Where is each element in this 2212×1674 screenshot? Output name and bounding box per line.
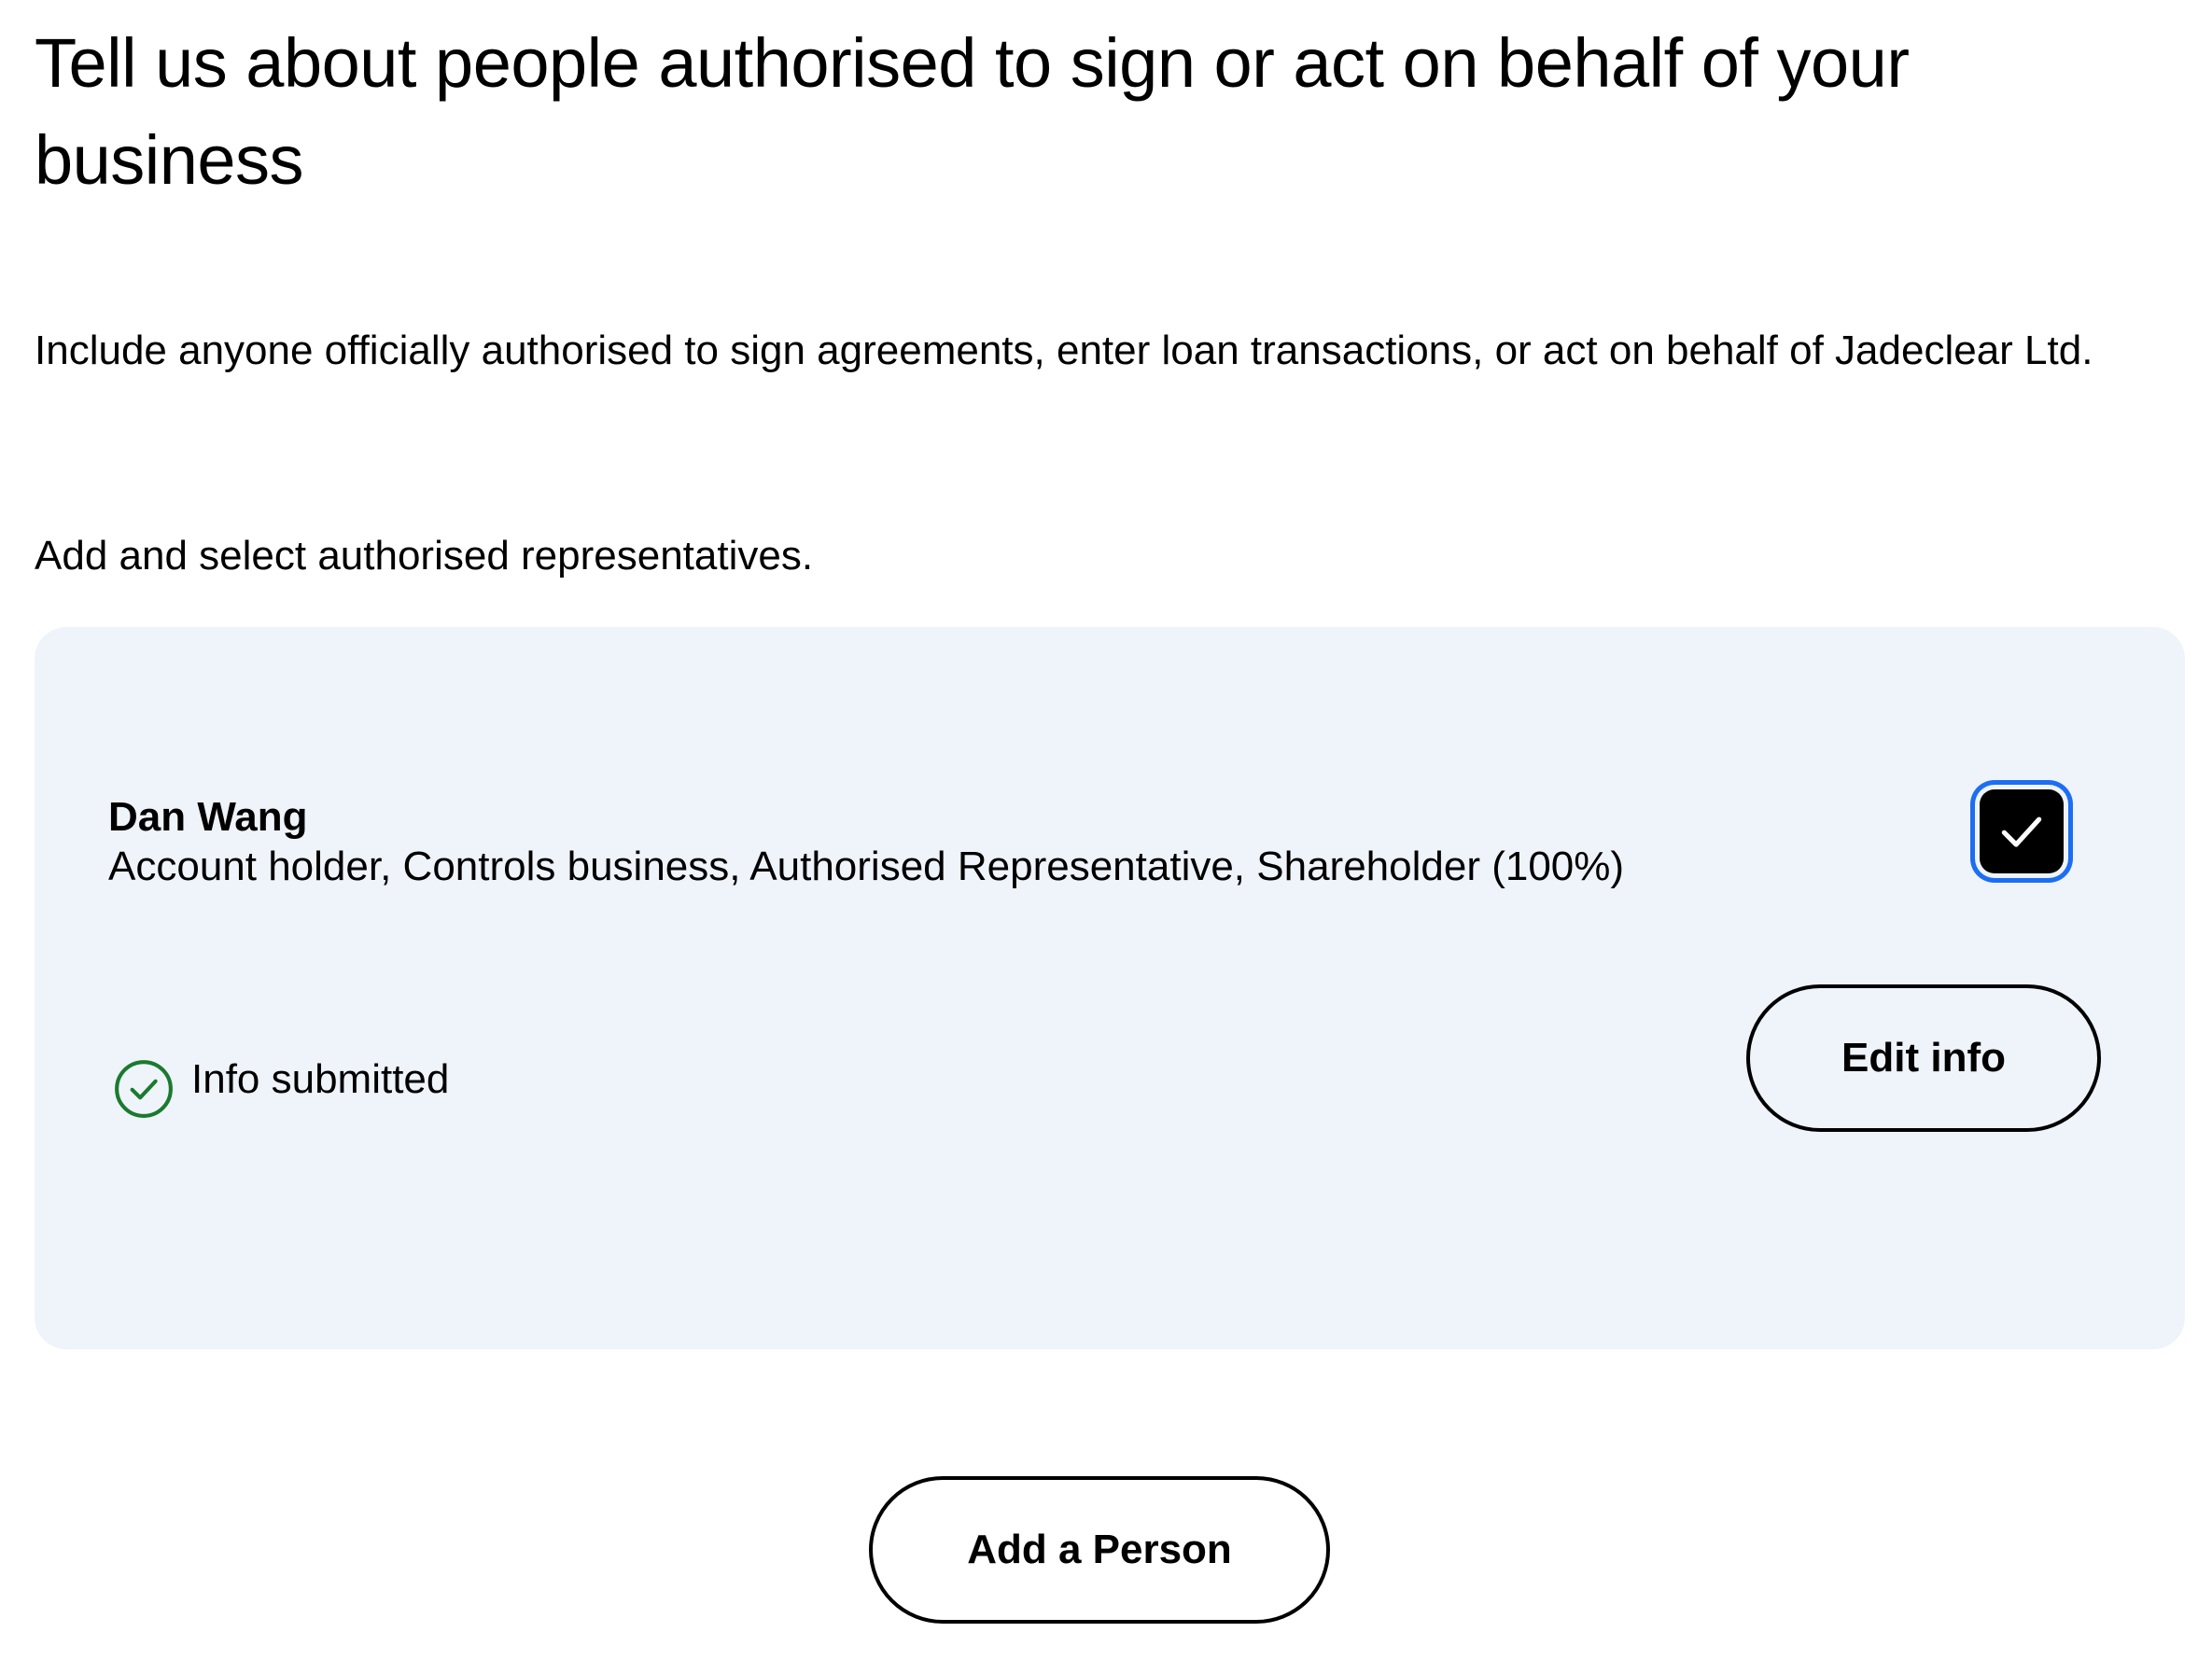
check-icon [2001,816,2042,847]
status-text: Info submitted [191,1056,450,1102]
intro-text: Include anyone officially authorised to … [35,328,2093,373]
page-title: Tell us about people authorised to sign … [35,24,1910,199]
status-info-submitted: Info submitted [113,1056,449,1120]
check-circle-icon [115,1060,173,1118]
page-content: Tell us about people authorised to sign … [35,0,2191,1624]
select-person-checkbox[interactable] [1980,789,2064,873]
person-roles: Account holder, Controls business, Autho… [108,844,1625,889]
edit-info-button[interactable]: Edit info [1746,984,2101,1132]
person-card: Dan Wang Account holder, Controls busine… [35,627,2185,1349]
person-name: Dan Wang [108,794,308,840]
instruction-text: Add and select authorised representative… [35,533,814,579]
add-person-button[interactable]: Add a Person [869,1476,1330,1624]
